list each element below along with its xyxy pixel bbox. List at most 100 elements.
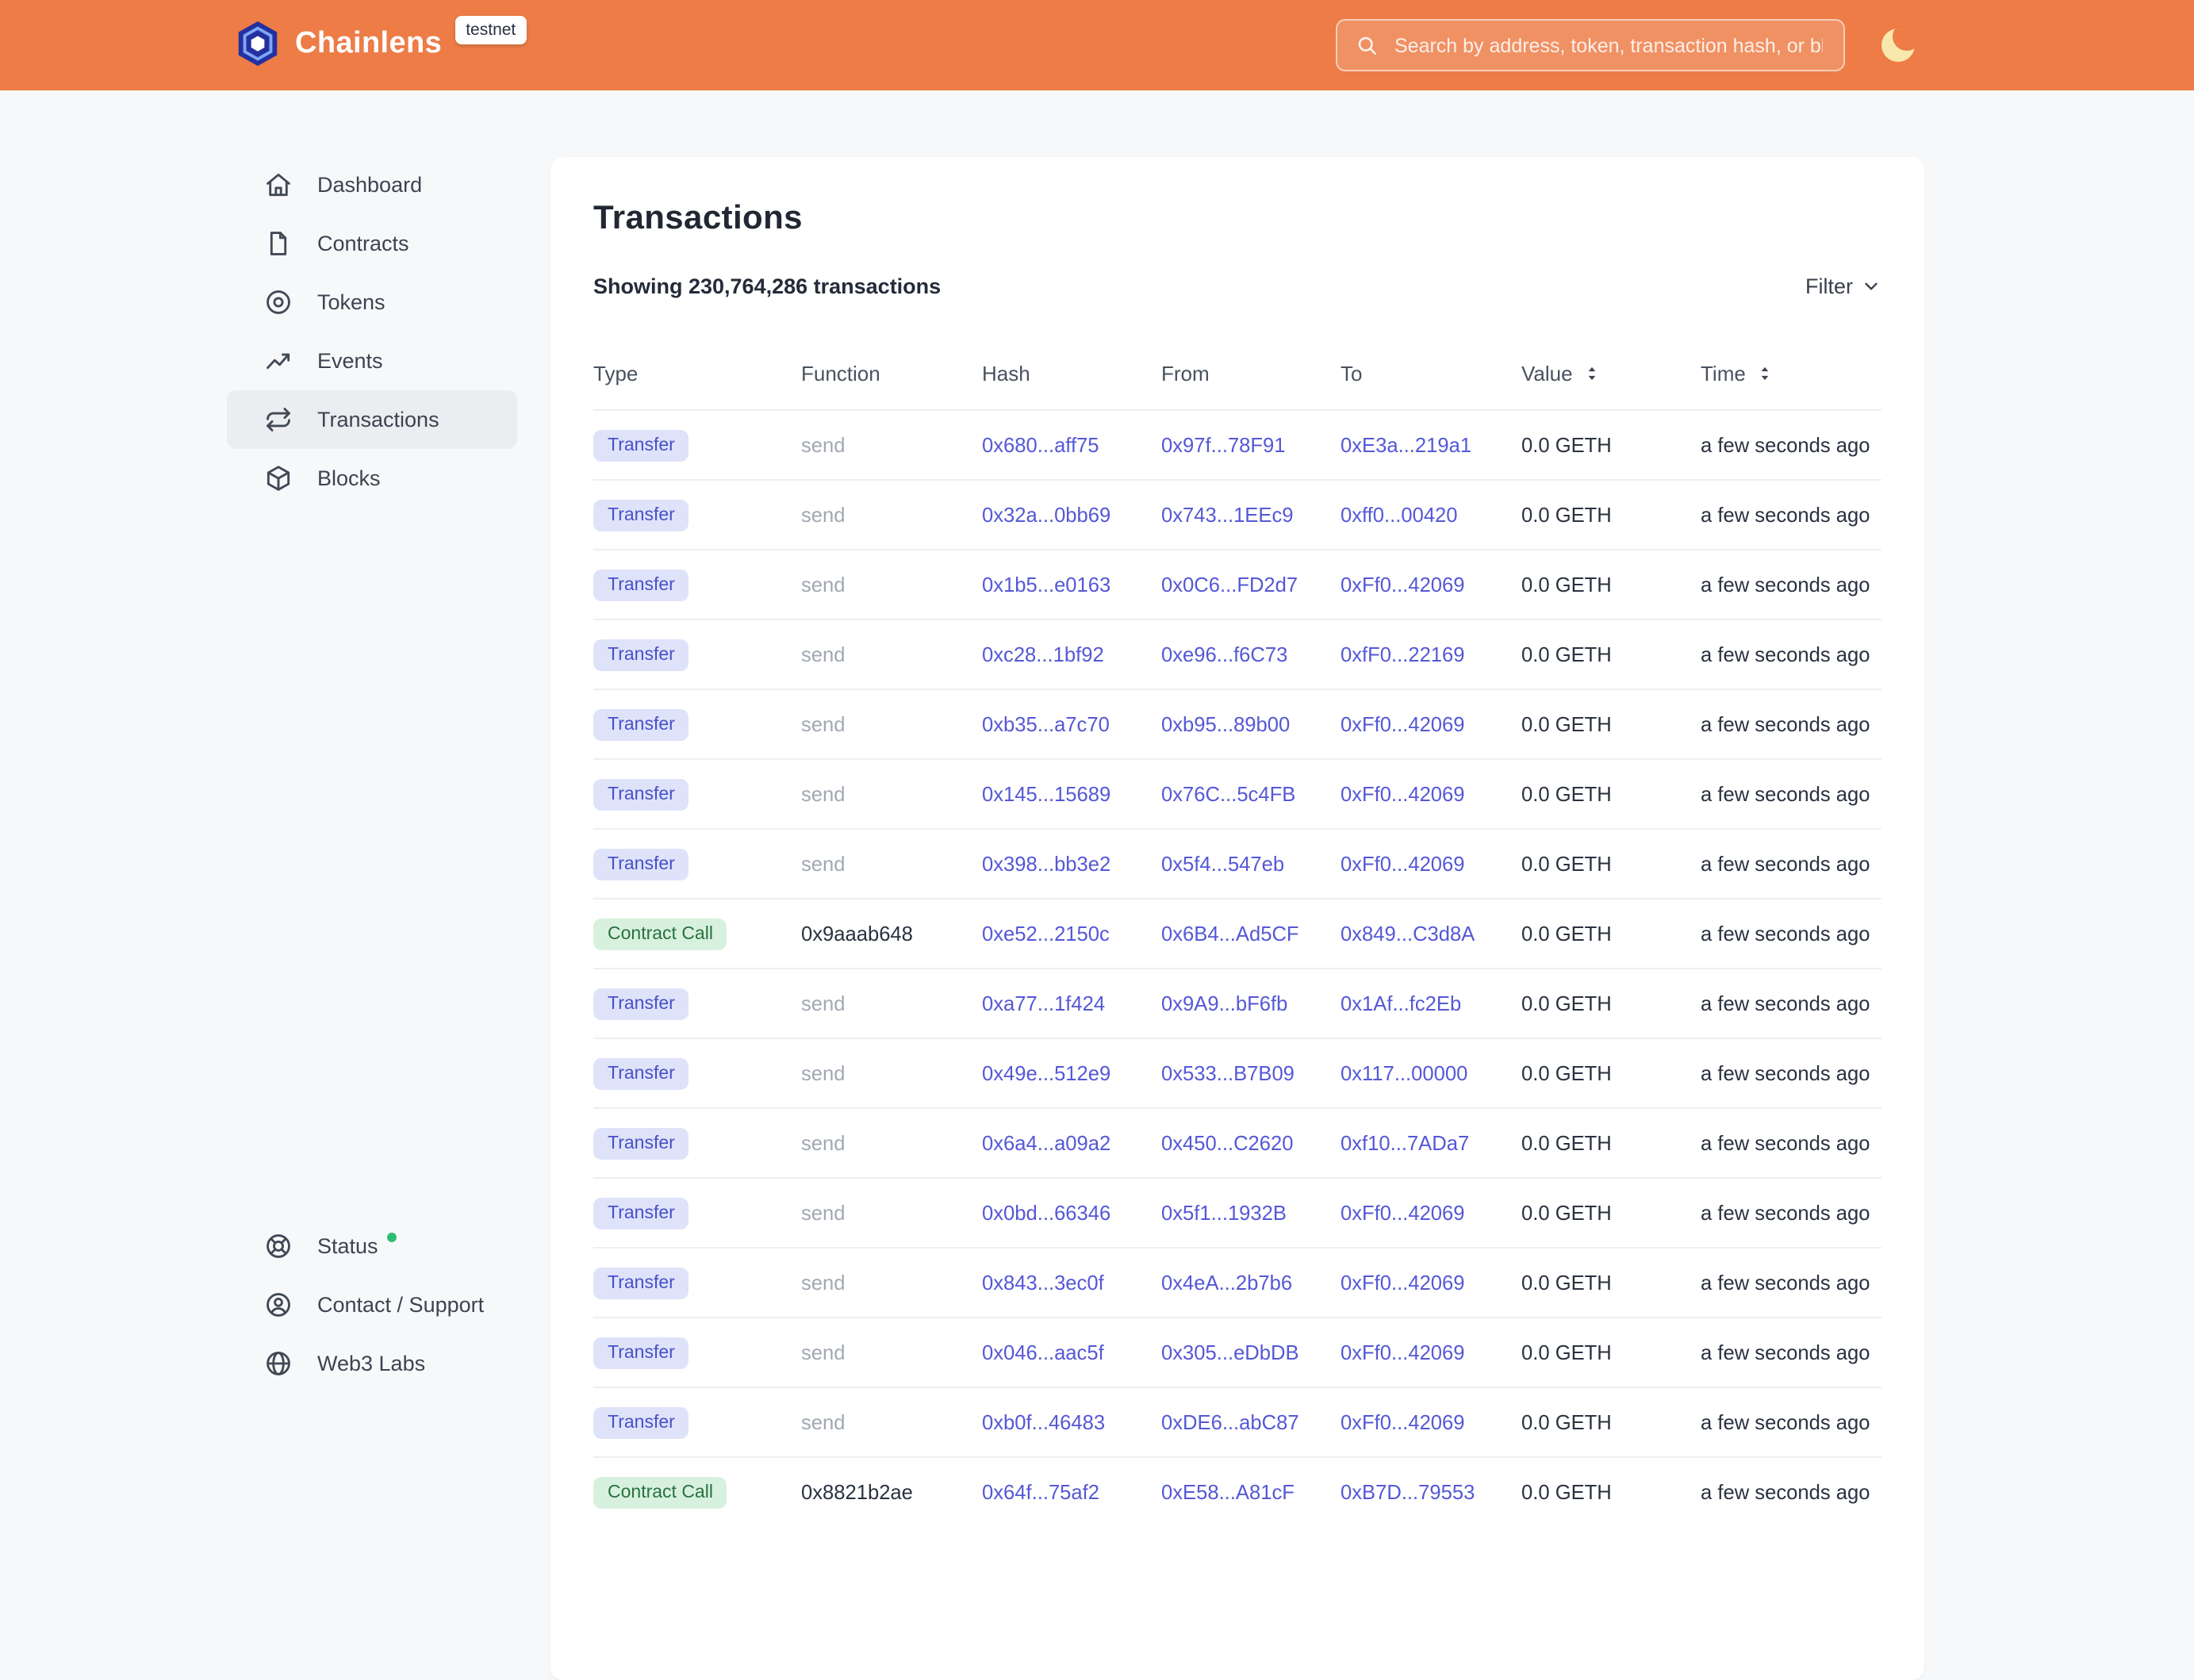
tx-to-link[interactable]: 0xfF0...22169: [1341, 642, 1465, 665]
tx-from-link[interactable]: 0x450...C2620: [1161, 1130, 1294, 1154]
tx-value: 0.0 GETH: [1521, 573, 1701, 596]
sidebar-item-blocks[interactable]: Blocks: [227, 449, 517, 508]
tx-from-link[interactable]: 0x743...1EEc9: [1161, 502, 1294, 526]
tx-from-link[interactable]: 0x76C...5c4FB: [1161, 781, 1295, 805]
tx-time: a few seconds ago: [1701, 1201, 1881, 1225]
column-label: Type: [593, 361, 638, 385]
tx-hash-link[interactable]: 0xa77...1f424: [982, 991, 1105, 1015]
tx-to-link[interactable]: 0x849...C3d8A: [1341, 921, 1475, 945]
tx-to-link[interactable]: 0xFf0...42069: [1341, 1340, 1465, 1364]
sidebar-item-web3-labs[interactable]: Web3 Labs: [227, 1334, 517, 1393]
lifebuoy-icon: [263, 1231, 293, 1261]
tx-hash-link[interactable]: 0x398...bb3e2: [982, 851, 1110, 875]
tx-hash-link[interactable]: 0xb35...a7c70: [982, 712, 1110, 735]
trend-icon: [263, 346, 293, 376]
dark-mode-toggle[interactable]: [1881, 25, 1920, 63]
tx-hash-link[interactable]: 0x680...aff75: [982, 432, 1099, 456]
tx-hash-link[interactable]: 0x145...15689: [982, 781, 1110, 805]
tx-type-badge: Transfer: [593, 1406, 689, 1438]
tx-value: 0.0 GETH: [1521, 642, 1701, 666]
sidebar-item-dashboard[interactable]: Dashboard: [227, 155, 517, 214]
tx-time: a few seconds ago: [1701, 1131, 1881, 1155]
column-header-time[interactable]: Time: [1701, 361, 1881, 385]
tx-from-link[interactable]: 0x4eA...2b7b6: [1161, 1270, 1292, 1294]
tx-from-link[interactable]: 0x9A9...bF6fb: [1161, 991, 1287, 1015]
tx-type-badge: Transfer: [593, 848, 689, 880]
filter-button[interactable]: Filter: [1805, 274, 1881, 298]
tx-hash-link[interactable]: 0x843...3ec0f: [982, 1270, 1104, 1294]
tx-hash-link[interactable]: 0x1b5...e0163: [982, 572, 1110, 596]
tx-value: 0.0 GETH: [1521, 503, 1701, 527]
tx-time: a few seconds ago: [1701, 922, 1881, 945]
cube-icon: [263, 463, 293, 493]
tx-type-badge: Transfer: [593, 639, 689, 670]
column-header-value[interactable]: Value: [1521, 361, 1701, 385]
brand-home-link[interactable]: Chainlens testnet: [233, 19, 527, 68]
sidebar-item-tokens[interactable]: Tokens: [227, 273, 517, 332]
tx-from-link[interactable]: 0x305...eDbDB: [1161, 1340, 1299, 1364]
tx-to-link[interactable]: 0xFf0...42069: [1341, 1270, 1465, 1294]
tx-from-link[interactable]: 0xb95...89b00: [1161, 712, 1290, 735]
sidebar-item-status[interactable]: Status: [227, 1217, 517, 1275]
sort-icon[interactable]: [1582, 362, 1603, 383]
tx-value: 0.0 GETH: [1521, 852, 1701, 876]
tx-to-link[interactable]: 0xFf0...42069: [1341, 851, 1465, 875]
tx-to-link[interactable]: 0xFf0...42069: [1341, 781, 1465, 805]
tx-to-link[interactable]: 0x117...00000: [1341, 1061, 1467, 1084]
moon-icon: [1881, 28, 1915, 61]
sidebar-item-contracts[interactable]: Contracts: [227, 214, 517, 273]
tx-value: 0.0 GETH: [1521, 1271, 1701, 1295]
tx-hash-link[interactable]: 0x64f...75af2: [982, 1479, 1099, 1503]
tx-function: send: [801, 1061, 982, 1085]
tx-from-link[interactable]: 0x6B4...Ad5CF: [1161, 921, 1299, 945]
tx-type-badge: Transfer: [593, 429, 689, 461]
tx-from-link[interactable]: 0xE58...A81cF: [1161, 1479, 1295, 1503]
search-input[interactable]: [1391, 33, 1826, 58]
column-label: Function: [801, 361, 880, 385]
tx-from-link[interactable]: 0x5f1...1932B: [1161, 1200, 1287, 1224]
sidebar-item-events[interactable]: Events: [227, 332, 517, 390]
tx-function: send: [801, 782, 982, 806]
tx-time: a few seconds ago: [1701, 433, 1881, 457]
tx-to-link[interactable]: 0x1Af...fc2Eb: [1341, 991, 1461, 1015]
tx-to-link[interactable]: 0xB7D...79553: [1341, 1479, 1475, 1503]
tx-time: a few seconds ago: [1701, 1061, 1881, 1085]
tx-type-badge: Transfer: [593, 1057, 689, 1089]
search-box[interactable]: [1336, 19, 1845, 71]
tx-to-link[interactable]: 0xE3a...219a1: [1341, 432, 1471, 456]
tx-to-link[interactable]: 0xFf0...42069: [1341, 1410, 1465, 1433]
tx-hash-link[interactable]: 0xe52...2150c: [982, 921, 1110, 945]
sidebar-item-label: Contracts: [317, 232, 409, 255]
tx-from-link[interactable]: 0x0C6...FD2d7: [1161, 572, 1298, 596]
tx-function: send: [801, 642, 982, 666]
column-label: Hash: [982, 361, 1030, 385]
tx-hash-link[interactable]: 0x49e...512e9: [982, 1061, 1110, 1084]
sidebar-item-transactions[interactable]: Transactions: [227, 390, 517, 449]
tx-to-link[interactable]: 0xff0...00420: [1341, 502, 1458, 526]
tx-from-link[interactable]: 0x5f4...547eb: [1161, 851, 1284, 875]
tx-from-link[interactable]: 0xDE6...abC87: [1161, 1410, 1299, 1433]
tx-hash-link[interactable]: 0x32a...0bb69: [982, 502, 1110, 526]
tx-hash-link[interactable]: 0x046...aac5f: [982, 1340, 1104, 1364]
tx-hash-link[interactable]: 0xc28...1bf92: [982, 642, 1104, 665]
tx-function: send: [801, 433, 982, 457]
tx-function: send: [801, 1410, 982, 1434]
sidebar-item-contact-support[interactable]: Contact / Support: [227, 1275, 517, 1334]
tx-from-link[interactable]: 0x533...B7B09: [1161, 1061, 1295, 1084]
tx-to-link[interactable]: 0xFf0...42069: [1341, 1200, 1465, 1224]
tx-to-link[interactable]: 0xFf0...42069: [1341, 712, 1465, 735]
tx-value: 0.0 GETH: [1521, 712, 1701, 736]
tx-hash-link[interactable]: 0x0bd...66346: [982, 1200, 1110, 1224]
tx-value: 0.0 GETH: [1521, 922, 1701, 945]
transaction-row: Transfersend0x145...156890x76C...5c4FB0x…: [593, 758, 1881, 828]
tx-from-link[interactable]: 0x97f...78F91: [1161, 432, 1286, 456]
tx-from-link[interactable]: 0xe96...f6C73: [1161, 642, 1287, 665]
tx-hash-link[interactable]: 0xb0f...46483: [982, 1410, 1105, 1433]
tx-to-link[interactable]: 0xf10...7ADa7: [1341, 1130, 1469, 1154]
tx-hash-link[interactable]: 0x6a4...a09a2: [982, 1130, 1110, 1154]
tx-time: a few seconds ago: [1701, 642, 1881, 666]
tx-to-link[interactable]: 0xFf0...42069: [1341, 572, 1465, 596]
column-label: Value: [1521, 361, 1573, 385]
sort-icon[interactable]: [1755, 362, 1776, 383]
tx-function: send: [801, 573, 982, 596]
